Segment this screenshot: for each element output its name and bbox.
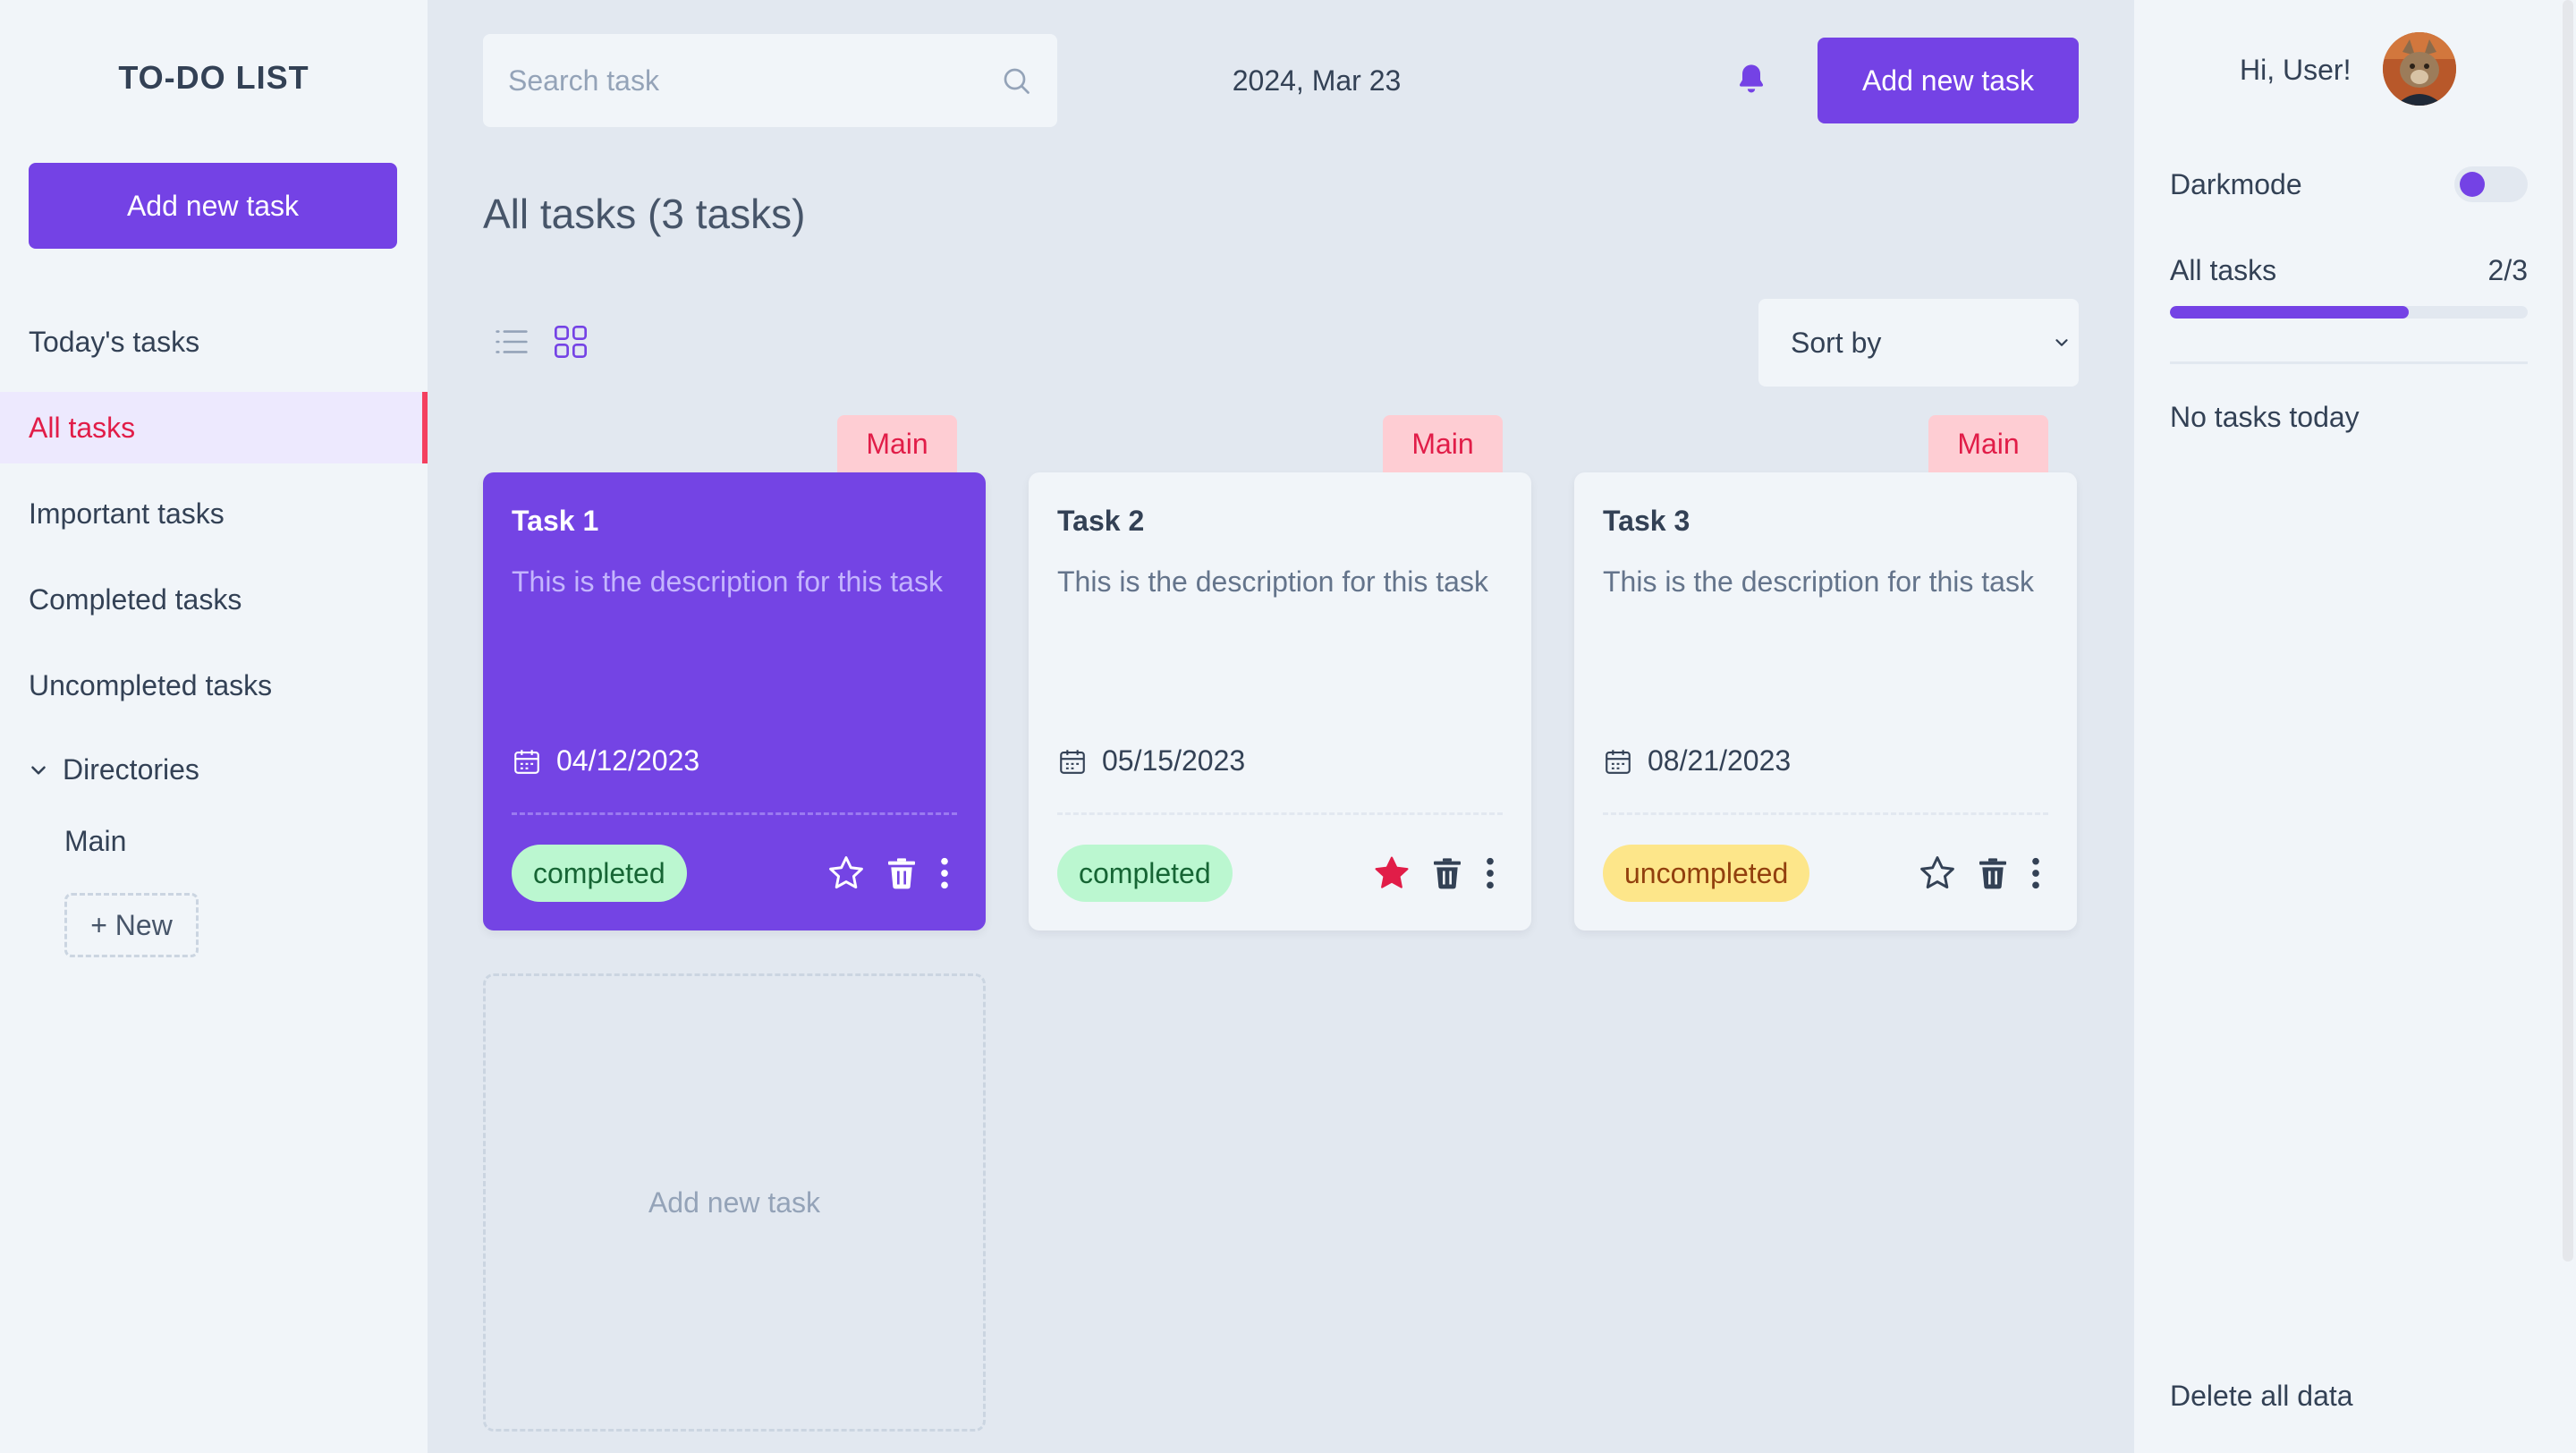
directories-label: Directories: [63, 753, 199, 786]
sidebar-add-task-button[interactable]: Add new task: [29, 163, 397, 249]
task-title: Task 3: [1603, 505, 1690, 537]
calendar-icon: [514, 749, 539, 774]
app-title: TO-DO LIST: [118, 59, 309, 96]
task-actions: [809, 854, 952, 893]
card-divider: [512, 812, 957, 815]
task-actions: [1900, 854, 2043, 893]
current-date: 2024, Mar 23: [1232, 64, 1402, 97]
sort-label: Sort by: [1791, 326, 1882, 359]
card-divider: [1603, 812, 2048, 815]
today-tasks-empty: No tasks today: [2170, 401, 2360, 433]
progress-label: All tasks: [2170, 254, 2277, 286]
task-description: This is the description for this task: [1603, 565, 2034, 598]
avatar[interactable]: [2383, 32, 2456, 106]
trash-icon: [888, 858, 915, 889]
chevron-down-icon: [2055, 339, 2068, 346]
sort-select[interactable]: Sort by: [1758, 299, 2079, 387]
chevron-down-icon: [31, 765, 46, 775]
star-icon: [1375, 856, 1409, 888]
toggle-knob: [2460, 172, 2485, 197]
task-actions: [1354, 854, 1497, 893]
directory-tag[interactable]: Main: [837, 415, 957, 472]
sidebar: TO-DO LIST Add new task Today's tasks Al…: [0, 0, 428, 1453]
new-directory-button[interactable]: + New: [64, 893, 199, 957]
search-input[interactable]: [508, 64, 1000, 98]
add-task-card[interactable]: Add new task: [483, 973, 986, 1432]
sidebar-item-uncompleted[interactable]: Uncompleted tasks: [0, 650, 428, 721]
sidebar-item-today[interactable]: Today's tasks: [0, 306, 428, 378]
directory-tag[interactable]: Main: [1383, 415, 1503, 472]
header-add-task-button[interactable]: Add new task: [1818, 38, 2079, 123]
search-box: [483, 34, 1057, 127]
task-card[interactable]: Main Task 2 This is the description for …: [1029, 415, 1531, 930]
panel-divider: [2170, 361, 2528, 364]
progress-fill: [2170, 306, 2409, 319]
sidebar-item-all[interactable]: All tasks: [0, 392, 428, 463]
trash-icon: [1979, 858, 2006, 889]
more-options-button[interactable]: [1483, 855, 1497, 891]
grid-view-icon: [555, 326, 587, 358]
sidebar-item-completed[interactable]: Completed tasks: [0, 564, 428, 635]
task-card[interactable]: Main Task 1 This is the description for …: [483, 415, 986, 930]
greeting: Hi, User!: [2240, 54, 2351, 86]
mark-important-button[interactable]: [1372, 854, 1411, 893]
progress-count: 2/3: [2487, 254, 2528, 286]
task-date-text: 04/12/2023: [556, 744, 700, 777]
avatar-image: [2383, 32, 2456, 106]
star-icon: [829, 856, 863, 889]
search-icon[interactable]: [1000, 64, 1032, 97]
task-date: 04/12/2023: [512, 744, 699, 777]
grid-view-button[interactable]: [553, 324, 589, 364]
status-badge[interactable]: uncompleted: [1603, 845, 1810, 902]
delete-all-data-button[interactable]: Delete all data: [2170, 1380, 2353, 1413]
right-panel: Hi, User! Darkmode All tasks 2/3 No task…: [2134, 0, 2560, 1453]
more-options-icon: [1487, 857, 1494, 889]
darkmode-toggle[interactable]: [2454, 166, 2528, 202]
delete-task-button[interactable]: [1429, 854, 1465, 893]
delete-task-button[interactable]: [1975, 854, 2011, 893]
task-card[interactable]: Main Task 3 This is the description for …: [1574, 415, 2077, 930]
task-date: 05/15/2023: [1057, 744, 1245, 777]
more-options-button[interactable]: [2029, 855, 2043, 891]
task-description: This is the description for this task: [512, 565, 943, 598]
task-title: Task 2: [1057, 505, 1145, 537]
page-title: All tasks (3 tasks): [483, 191, 806, 237]
directory-item-main[interactable]: Main: [64, 825, 126, 858]
scrollbar-thumb[interactable]: [2563, 0, 2573, 1262]
sidebar-item-important[interactable]: Important tasks: [0, 478, 428, 549]
delete-task-button[interactable]: [884, 854, 919, 893]
mark-important-button[interactable]: [826, 854, 866, 893]
more-options-icon: [941, 857, 948, 889]
mark-important-button[interactable]: [1918, 854, 1957, 893]
star-icon: [1920, 856, 1954, 889]
darkmode-label: Darkmode: [2170, 168, 2302, 200]
scrollbar[interactable]: [2560, 0, 2576, 1453]
more-options-icon: [2032, 857, 2039, 889]
progress-bar: [2170, 306, 2528, 319]
calendar-icon: [1606, 749, 1631, 774]
list-view-icon: [496, 330, 528, 353]
status-badge[interactable]: completed: [512, 845, 687, 902]
bell-icon: [1739, 64, 1764, 93]
task-description: This is the description for this task: [1057, 565, 1488, 598]
task-title: Task 1: [512, 505, 599, 537]
directory-tag[interactable]: Main: [1928, 415, 2048, 472]
task-date-text: 08/21/2023: [1648, 744, 1792, 777]
list-view-button[interactable]: [494, 326, 530, 362]
card-divider: [1057, 812, 1503, 815]
trash-icon: [1434, 858, 1461, 889]
more-options-button[interactable]: [937, 855, 952, 891]
task-date-text: 05/15/2023: [1102, 744, 1246, 777]
calendar-icon: [1060, 749, 1085, 774]
sidebar-nav: Today's tasks All tasks Important tasks …: [0, 306, 428, 735]
status-badge[interactable]: completed: [1057, 845, 1233, 902]
directories-toggle[interactable]: Directories: [27, 753, 199, 786]
notifications-button[interactable]: [1733, 61, 1769, 103]
task-date: 08/21/2023: [1603, 744, 1791, 777]
